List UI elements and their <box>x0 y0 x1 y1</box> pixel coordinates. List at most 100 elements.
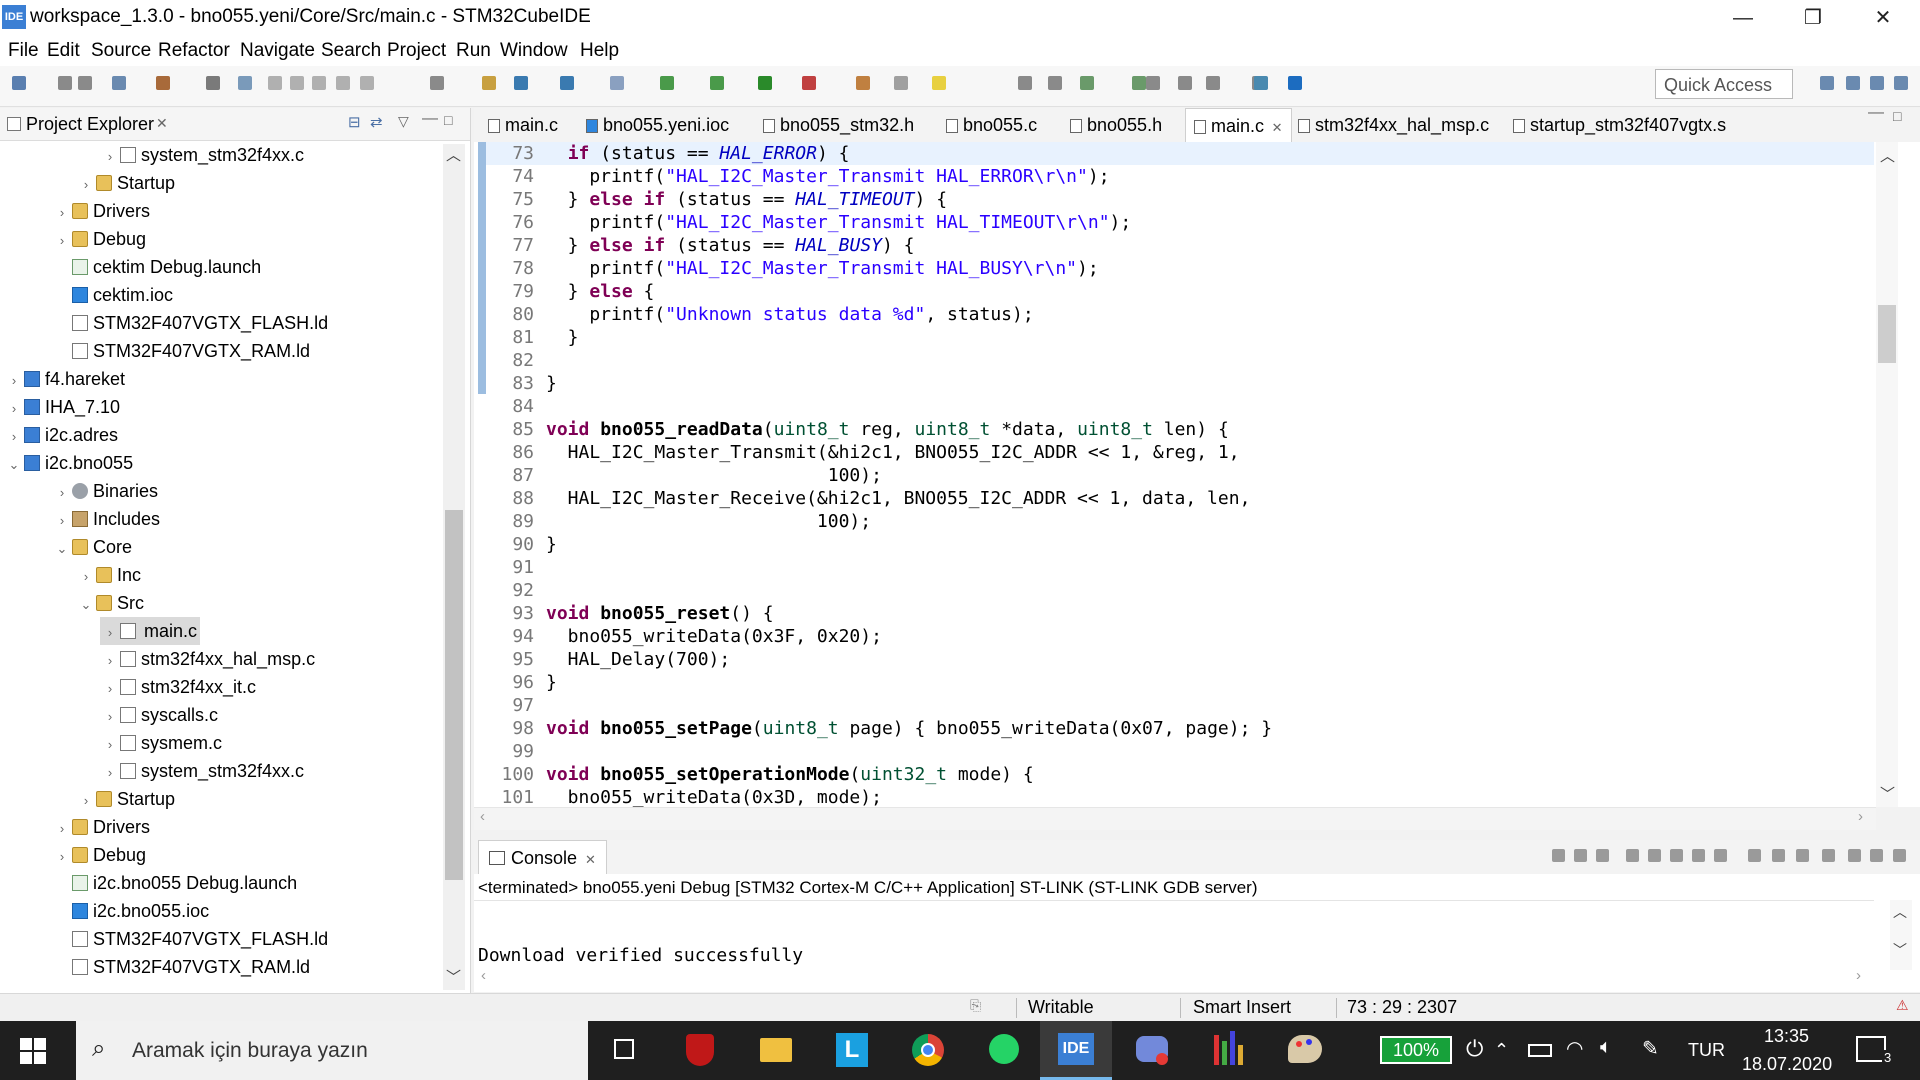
code-line[interactable]: 91 <box>486 556 1874 579</box>
code-line[interactable]: 77 } else if (status == HAL_BUSY) { <box>486 234 1874 257</box>
perspective-icon[interactable] <box>1846 76 1860 90</box>
scroll-right-icon[interactable]: › <box>1858 808 1863 825</box>
tree-item[interactable]: › Debug <box>52 841 146 869</box>
tree-item[interactable]: › Drivers <box>52 813 150 841</box>
toolbar-button-icon[interactable] <box>1206 76 1220 90</box>
code-line[interactable]: 85 void bno055_readData(uint8_t reg, uint… <box>486 418 1874 441</box>
collapsed-arrow-icon[interactable]: › <box>52 199 72 227</box>
toolbar-button-icon[interactable] <box>1178 76 1192 90</box>
collapsed-arrow-icon[interactable]: › <box>52 507 72 535</box>
editor-scroll-down-icon[interactable]: ﹀ <box>1880 783 1895 804</box>
expanded-arrow-icon[interactable]: ⌄ <box>4 451 24 479</box>
collapsed-arrow-icon[interactable]: › <box>4 367 24 395</box>
collapsed-arrow-icon[interactable]: › <box>100 675 120 703</box>
editor-vertical-scrollbar[interactable] <box>1876 142 1898 807</box>
tree-item[interactable]: STM32F407VGTX_RAM.ld <box>52 953 310 981</box>
toolbar-button-icon[interactable] <box>430 76 444 90</box>
tree-item[interactable]: › f4.hareket <box>4 365 125 393</box>
menu-search[interactable]: Search <box>321 40 381 62</box>
explorer-scrollbar-thumb[interactable] <box>445 510 463 880</box>
tree-item[interactable]: › syscalls.c <box>100 701 218 729</box>
menu-project[interactable]: Project <box>387 40 446 62</box>
toolbar-button-icon[interactable] <box>206 76 220 90</box>
close-button[interactable]: ✕ <box>1853 2 1913 34</box>
toolbar-button-icon[interactable] <box>660 76 674 90</box>
tree-item[interactable]: › sysmem.c <box>100 729 222 757</box>
toolbar-button-icon[interactable] <box>894 76 908 90</box>
whatsapp-icon[interactable] <box>968 1021 1040 1080</box>
collapsed-arrow-icon[interactable]: › <box>52 815 72 843</box>
battery-indicator[interactable]: 100% <box>1380 1036 1452 1064</box>
console-tab[interactable]: Console ✕ <box>478 840 607 875</box>
code-line[interactable]: 81 } <box>486 326 1874 349</box>
toolbar-button-icon[interactable] <box>1080 76 1094 90</box>
tree-item[interactable]: ⌄ Core <box>52 533 132 561</box>
tree-item[interactable]: › stm32f4xx_hal_msp.c <box>100 645 315 673</box>
tree-item[interactable]: › system_stm32f4xx.c <box>100 757 304 785</box>
tree-item[interactable]: cektim.ioc <box>52 281 173 309</box>
code-line[interactable]: 98 void bno055_setPage(uint8_t page) { bn… <box>486 717 1874 740</box>
taskbar-search[interactable]: ⌕ Aramak için buraya yazın <box>76 1021 588 1080</box>
console-toolbar-icon[interactable] <box>1822 849 1835 862</box>
console-toolbar-icon[interactable] <box>1596 849 1609 862</box>
scroll-down-icon[interactable]: ﹀ <box>446 966 461 987</box>
collapsed-arrow-icon[interactable]: › <box>52 227 72 255</box>
toolbar-button-icon[interactable] <box>12 76 26 90</box>
menu-help[interactable]: Help <box>580 40 619 62</box>
menu-window[interactable]: Window <box>500 40 568 62</box>
tree-item[interactable]: › Binaries <box>52 477 158 505</box>
toolbar-button-icon[interactable] <box>1132 76 1146 90</box>
toolbar-button-icon[interactable] <box>610 76 624 90</box>
toolbar-button-icon[interactable] <box>58 76 72 90</box>
console-scroll-up-icon[interactable]: ︿ <box>1893 902 1907 922</box>
code-line[interactable]: 89 100); <box>486 510 1874 533</box>
menu-navigate[interactable]: Navigate <box>240 40 315 62</box>
chart-app-icon[interactable] <box>1192 1021 1264 1080</box>
console-toolbar-icon[interactable] <box>1772 849 1785 862</box>
task-view-icon[interactable] <box>588 1021 660 1080</box>
collapsed-arrow-icon[interactable]: › <box>76 563 96 591</box>
toolbar-button-icon[interactable] <box>1048 76 1062 90</box>
close-console-icon[interactable]: ✕ <box>585 852 596 867</box>
collapsed-arrow-icon[interactable]: › <box>100 759 120 787</box>
console-toolbar-icon[interactable] <box>1626 849 1639 862</box>
pen-icon[interactable]: ✎ <box>1642 1036 1659 1061</box>
toolbar-button-icon[interactable] <box>1018 76 1032 90</box>
show-hidden-icons[interactable]: ⌃ <box>1494 1040 1509 1061</box>
code-line[interactable]: 99 <box>486 740 1874 763</box>
console-toolbar-icon[interactable] <box>1748 849 1761 862</box>
tree-item[interactable]: › Inc <box>76 561 141 589</box>
tree-item[interactable]: › stm32f4xx_it.c <box>100 673 256 701</box>
tree-item[interactable]: › Includes <box>52 505 160 533</box>
collapse-all-icon[interactable]: ⊟ <box>348 113 361 131</box>
tree-item[interactable]: STM32F407VGTX_FLASH.ld <box>52 309 328 337</box>
console-toolbar-icon[interactable] <box>1670 849 1683 862</box>
maximize-button[interactable]: ❐ <box>1783 2 1843 34</box>
tree-item[interactable]: › IHA_7.10 <box>4 393 120 421</box>
console-toolbar-icon[interactable] <box>1714 849 1727 862</box>
code-line[interactable]: 96} <box>486 671 1874 694</box>
toolbar-button-icon[interactable] <box>238 76 252 90</box>
tree-item[interactable]: › main.c <box>100 617 201 645</box>
wifi-icon[interactable]: ◠ <box>1566 1036 1583 1061</box>
menu-source[interactable]: Source <box>91 40 151 62</box>
expanded-arrow-icon[interactable]: ⌄ <box>52 535 72 563</box>
maximize-editor-icon[interactable]: □ <box>1893 108 1901 124</box>
editor-tab-active[interactable]: main.c ✕ <box>1185 108 1292 143</box>
tree-item[interactable]: ⌄ i2c.bno055 <box>4 449 134 479</box>
toolbar-button-icon[interactable] <box>514 76 528 90</box>
file-explorer-icon[interactable] <box>740 1021 812 1080</box>
editor-tab[interactable]: bno055_stm32.h <box>755 108 922 142</box>
toolbar-button-icon[interactable] <box>1146 76 1160 90</box>
editor-tab[interactable]: startup_stm32f407vgtx.s <box>1505 108 1734 142</box>
clock-time[interactable]: 13:35 <box>1764 1026 1809 1047</box>
code-line[interactable]: 84 <box>486 395 1874 418</box>
editor-tab[interactable]: stm32f4xx_hal_msp.c <box>1290 108 1497 142</box>
collapsed-arrow-icon[interactable]: › <box>4 395 24 423</box>
editor-scrollbar-thumb[interactable] <box>1878 305 1896 363</box>
chrome-icon[interactable] <box>892 1021 964 1080</box>
close-tab-icon[interactable]: ✕ <box>1268 120 1283 135</box>
collapsed-arrow-icon[interactable]: › <box>76 171 96 199</box>
editor-scroll-up-icon[interactable]: ︿ <box>1880 145 1895 166</box>
code-area[interactable]: 73 if (status == HAL_ERROR) {74 printf("… <box>486 142 1874 807</box>
